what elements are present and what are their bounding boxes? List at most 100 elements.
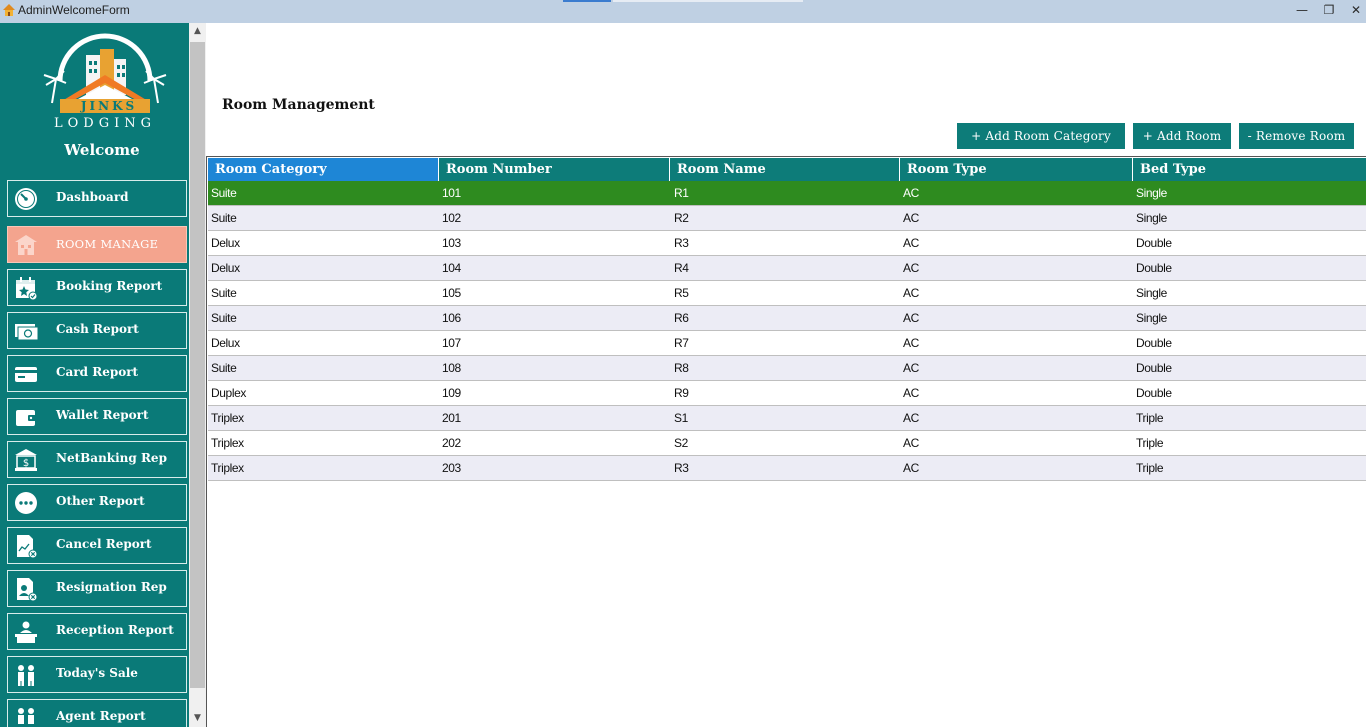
column-header-bed-type[interactable]: Bed Type — [1133, 158, 1366, 181]
sidebar-scrollbar[interactable]: ▲ ▼ — [189, 23, 206, 727]
scrollbar-thumb[interactable] — [190, 42, 205, 688]
column-header-room-number[interactable]: Room Number — [439, 158, 670, 181]
table-cell[interactable]: 107 — [442, 331, 461, 355]
table-cell[interactable]: Triplex — [211, 431, 244, 455]
minimize-button[interactable]: — — [1291, 2, 1313, 19]
table-cell[interactable]: Double — [1136, 256, 1172, 280]
table-cell[interactable]: 103 — [442, 231, 461, 255]
add-room-button[interactable]: + Add Room — [1133, 123, 1231, 149]
nav-netbanking-rep[interactable]: $ NetBanking Rep — [7, 441, 187, 478]
table-cell[interactable]: Double — [1136, 381, 1172, 405]
table-cell[interactable]: 203 — [442, 456, 461, 480]
table-cell[interactable]: 108 — [442, 356, 461, 380]
table-cell[interactable]: AC — [903, 306, 919, 330]
nav-room-manage[interactable]: ROOM MANAGE — [7, 226, 187, 263]
table-cell[interactable]: 105 — [442, 281, 461, 305]
table-cell[interactable]: R2 — [674, 206, 689, 230]
table-cell[interactable]: Delux — [211, 231, 240, 255]
table-cell[interactable]: R4 — [674, 256, 689, 280]
table-cell[interactable]: Double — [1136, 331, 1172, 355]
table-cell[interactable]: S2 — [674, 431, 688, 455]
table-row[interactable]: Delux 103 R3 AC Double — [208, 231, 1366, 256]
close-button[interactable]: ✕ — [1345, 2, 1366, 19]
table-cell[interactable]: AC — [903, 356, 919, 380]
table-cell[interactable]: R9 — [674, 381, 689, 405]
nav-cash-report[interactable]: Cash Report — [7, 312, 187, 349]
table-cell[interactable]: AC — [903, 281, 919, 305]
table-cell[interactable]: AC — [903, 256, 919, 280]
table-cell[interactable]: R8 — [674, 356, 689, 380]
table-cell[interactable]: 102 — [442, 206, 461, 230]
scroll-up-arrow-icon[interactable]: ▲ — [189, 23, 206, 40]
table-row[interactable]: Suite 106 R6 AC Single — [208, 306, 1366, 331]
scroll-down-arrow-icon[interactable]: ▼ — [189, 710, 206, 727]
table-cell[interactable]: Triplex — [211, 406, 244, 430]
table-row[interactable]: Triplex 201 S1 AC Triple — [208, 406, 1366, 431]
table-cell[interactable]: Triple — [1136, 431, 1164, 455]
column-header-room-name[interactable]: Room Name — [670, 158, 900, 181]
table-row[interactable]: Duplex 109 R9 AC Double — [208, 381, 1366, 406]
table-cell[interactable]: 104 — [442, 256, 461, 280]
table-cell[interactable]: Single — [1136, 206, 1167, 230]
table-row[interactable]: Triplex 203 R3 AC Triple — [208, 456, 1366, 481]
table-cell[interactable]: Triple — [1136, 456, 1164, 480]
table-cell[interactable]: 201 — [442, 406, 461, 430]
table-cell[interactable]: 101 — [442, 181, 461, 205]
table-row[interactable]: Suite 102 R2 AC Single — [208, 206, 1366, 231]
nav-booking-report[interactable]: Booking Report — [7, 269, 187, 306]
table-cell[interactable]: R7 — [674, 331, 689, 355]
table-cell[interactable]: R1 — [674, 181, 689, 205]
table-cell[interactable]: Suite — [211, 206, 237, 230]
column-header-room-type[interactable]: Room Type — [900, 158, 1133, 181]
table-cell[interactable]: Duplex — [211, 381, 246, 405]
add-room-category-button[interactable]: + Add Room Category — [957, 123, 1125, 149]
nav-todays-sale[interactable]: Today's Sale — [7, 656, 187, 693]
table-cell[interactable]: Single — [1136, 281, 1167, 305]
nav-cancel-report[interactable]: Cancel Report — [7, 527, 187, 564]
table-cell[interactable]: Double — [1136, 231, 1172, 255]
table-cell[interactable]: 106 — [442, 306, 461, 330]
table-cell[interactable]: AC — [903, 181, 919, 205]
table-cell[interactable]: Single — [1136, 181, 1167, 205]
table-cell[interactable]: Triple — [1136, 406, 1164, 430]
table-cell[interactable]: R3 — [674, 456, 689, 480]
table-cell[interactable]: AC — [903, 431, 919, 455]
table-cell[interactable]: 109 — [442, 381, 461, 405]
table-cell[interactable]: S1 — [674, 406, 688, 430]
table-cell[interactable]: Suite — [211, 306, 237, 330]
table-row[interactable]: Triplex 202 S2 AC Triple — [208, 431, 1366, 456]
table-cell[interactable]: Delux — [211, 331, 240, 355]
table-cell[interactable]: 202 — [442, 431, 461, 455]
nav-other-report[interactable]: Other Report — [7, 484, 187, 521]
nav-dashboard[interactable]: Dashboard — [7, 180, 187, 217]
table-cell[interactable]: AC — [903, 331, 919, 355]
table-cell[interactable]: AC — [903, 381, 919, 405]
table-row[interactable]: Delux 104 R4 AC Double — [208, 256, 1366, 281]
table-cell[interactable]: R5 — [674, 281, 689, 305]
table-cell[interactable]: Suite — [211, 181, 237, 205]
table-cell[interactable]: R6 — [674, 306, 689, 330]
table-row[interactable]: Suite 101 R1 AC Single — [208, 181, 1366, 206]
room-table[interactable]: Room Category Room Number Room Name Room… — [206, 156, 1366, 727]
table-cell[interactable]: AC — [903, 231, 919, 255]
nav-wallet-report[interactable]: Wallet Report — [7, 398, 187, 435]
table-cell[interactable]: Single — [1136, 306, 1167, 330]
table-row[interactable]: Suite 108 R8 AC Double — [208, 356, 1366, 381]
column-header-room-category[interactable]: Room Category — [208, 158, 439, 181]
table-cell[interactable]: R3 — [674, 231, 689, 255]
table-row[interactable]: Suite 105 R5 AC Single — [208, 281, 1366, 306]
nav-agent-report[interactable]: Agent Report — [7, 699, 187, 727]
nav-reception-report[interactable]: Reception Report — [7, 613, 187, 650]
remove-room-button[interactable]: - Remove Room — [1239, 123, 1354, 149]
table-cell[interactable]: AC — [903, 406, 919, 430]
table-cell[interactable]: Double — [1136, 356, 1172, 380]
table-cell[interactable]: Suite — [211, 281, 237, 305]
table-cell[interactable]: Suite — [211, 356, 237, 380]
nav-resignation-rep[interactable]: Resignation Rep — [7, 570, 187, 607]
restore-button[interactable]: ❐ — [1318, 2, 1340, 19]
table-row[interactable]: Delux 107 R7 AC Double — [208, 331, 1366, 356]
table-cell[interactable]: Triplex — [211, 456, 244, 480]
table-cell[interactable]: Delux — [211, 256, 240, 280]
table-cell[interactable]: AC — [903, 456, 919, 480]
nav-card-report[interactable]: Card Report — [7, 355, 187, 392]
